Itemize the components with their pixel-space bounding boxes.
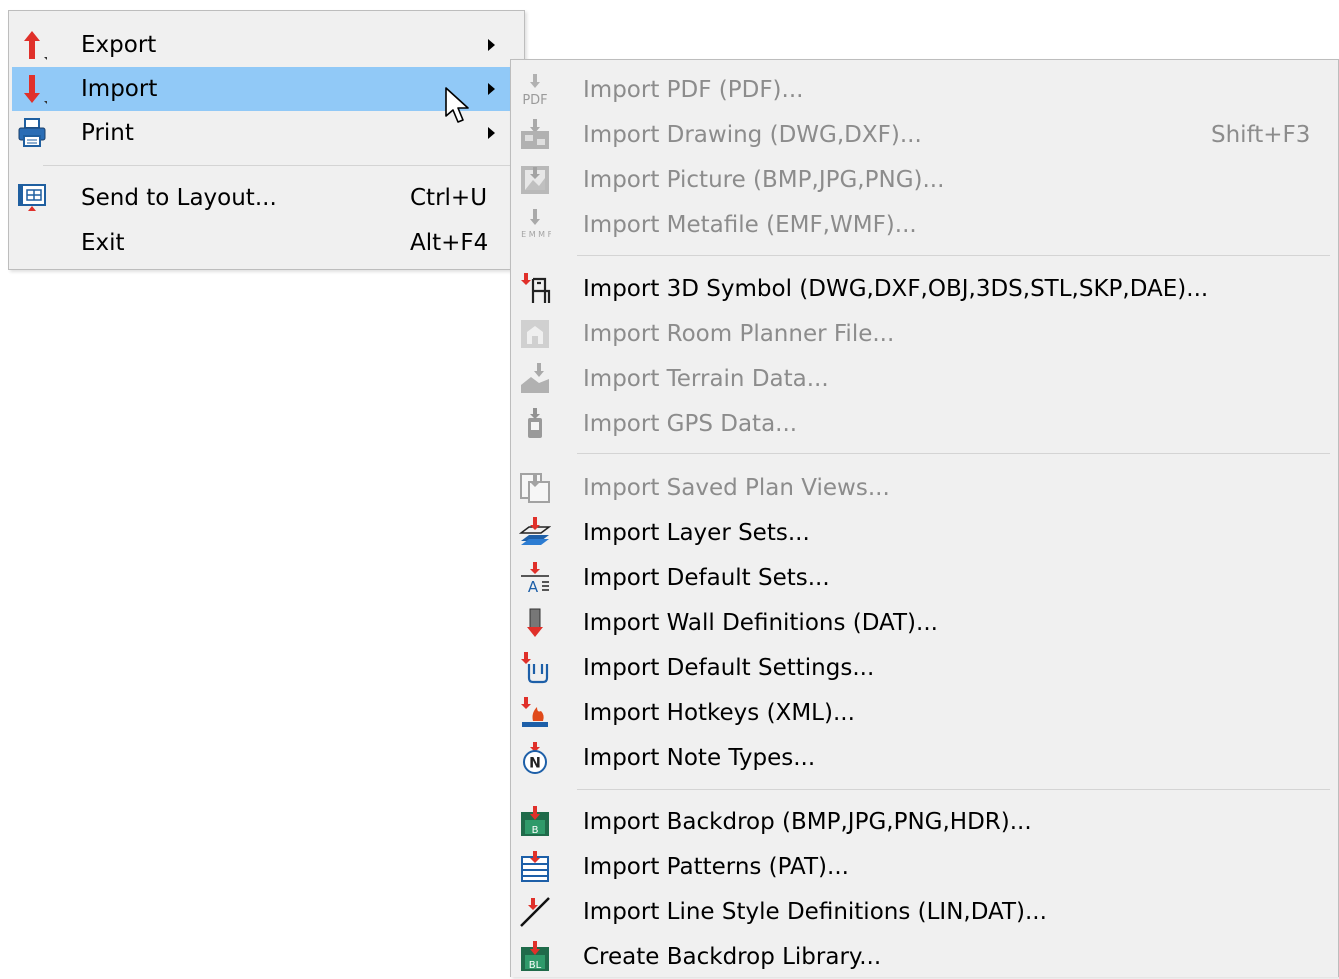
patterns-import-icon (521, 851, 549, 882)
import-icon (24, 75, 47, 104)
import-drawing-label: Import Drawing (DWG,DXF)... (583, 122, 922, 148)
menu-item-import-layer-sets[interactable]: Import Layer Sets... (513, 511, 1336, 555)
import-default-sets-label: Import Default Sets... (583, 565, 830, 591)
picture-import-icon (521, 166, 549, 194)
line-style-import-icon (520, 897, 550, 927)
import-gps-label: Import GPS Data... (583, 411, 798, 437)
default-settings-import-icon (521, 652, 549, 684)
drawing-import-icon (521, 119, 549, 149)
import-metafile-label: Import Metafile (EMF,WMF)... (583, 212, 917, 238)
menu-item-export-label: Export (81, 32, 157, 58)
room-planner-import-icon (521, 320, 549, 348)
menu-separator (577, 789, 1330, 790)
menu-item-import-default-sets[interactable]: A Import Default Sets... (513, 556, 1336, 600)
menu-item-import-line-style[interactable]: Import Line Style Definitions (LIN,DAT).… (513, 890, 1336, 934)
menu-item-import-hotkeys[interactable]: Import Hotkeys (XML)... (513, 691, 1336, 735)
menu-item-send-to-layout[interactable]: Send to Layout... Ctrl+U (12, 176, 521, 220)
menu-item-import-metafile[interactable]: W E M M F F Import Metafile (EMF,WMF)... (513, 203, 1336, 247)
import-room-planner-label: Import Room Planner File... (583, 321, 895, 347)
menu-item-import-saved-plan-views[interactable]: Import Saved Plan Views... (513, 466, 1336, 510)
menu-item-import-wall-definitions[interactable]: Import Wall Definitions (DAT)... (513, 601, 1336, 645)
metafile-icon-text: W E M M F F (519, 230, 551, 239)
hotkeys-import-icon (521, 697, 548, 727)
import-wall-definitions-label: Import Wall Definitions (DAT)... (583, 610, 938, 636)
menu-item-exit-label: Exit (81, 230, 125, 256)
printer-icon (18, 118, 46, 147)
menu-item-import-gps[interactable]: Import GPS Data... (513, 402, 1336, 446)
menu-item-import-drawing[interactable]: Import Drawing (DWG,DXF)... Shift+F3 (513, 113, 1336, 157)
backdrop-import-icon: B (521, 806, 549, 836)
export-icon (24, 31, 47, 60)
menu-item-import-3d-symbol[interactable]: Import 3D Symbol (DWG,DXF,OBJ,3DS,STL,SK… (513, 267, 1336, 311)
menu-item-import-room-planner[interactable]: Import Room Planner File... (513, 312, 1336, 356)
import-backdrop-label: Import Backdrop (BMP,JPG,PNG,HDR)... (583, 809, 1032, 835)
menu-item-export[interactable]: Export (12, 23, 521, 67)
submenu-arrow-icon (488, 127, 495, 139)
import-terrain-label: Import Terrain Data... (583, 366, 829, 392)
menu-separator (577, 255, 1330, 256)
backdrop-library-icon: BL (521, 941, 549, 971)
menu-item-exit[interactable]: Exit Alt+F4 (12, 221, 521, 265)
shortcut-ctrl-u: Ctrl+U (410, 185, 488, 211)
menu-item-import-pdf[interactable]: PDF Import PDF (PDF)... (513, 68, 1336, 112)
menu-item-create-backdrop-library[interactable]: BL Create Backdrop Library... (513, 935, 1336, 979)
import-note-types-label: Import Note Types... (583, 745, 816, 771)
send-to-layout-icon (18, 184, 46, 211)
menu-item-import-picture[interactable]: Import Picture (BMP,JPG,PNG)... (513, 158, 1336, 202)
create-backdrop-library-label: Create Backdrop Library... (583, 944, 882, 970)
svg-text:A: A (528, 578, 539, 594)
submenu-arrow-icon (488, 39, 495, 51)
menu-separator (43, 165, 520, 166)
import-3d-symbol-label: Import 3D Symbol (DWG,DXF,OBJ,3DS,STL,SK… (583, 276, 1209, 302)
import-submenu: PDF Import PDF (PDF)... Import Drawing (… (510, 59, 1339, 977)
backdrop-library-icon-text: BL (529, 960, 542, 971)
terrain-import-icon (521, 363, 549, 393)
menu-item-import-label: Import (81, 76, 158, 102)
menu-item-import-default-settings[interactable]: Import Default Settings... (513, 646, 1336, 690)
menu-item-import-patterns[interactable]: Import Patterns (PAT)... (513, 845, 1336, 889)
menu-item-import-note-types[interactable]: N Import Note Types... (513, 736, 1336, 780)
mouse-pointer-icon (445, 87, 469, 123)
import-hotkeys-label: Import Hotkeys (XML)... (583, 700, 855, 726)
shortcut-shift-f3: Shift+F3 (1211, 122, 1311, 148)
import-picture-label: Import Picture (BMP,JPG,PNG)... (583, 167, 945, 193)
metafile-import-icon: W E M M F F (519, 209, 551, 239)
menu-separator (577, 453, 1330, 454)
import-layer-sets-label: Import Layer Sets... (583, 520, 810, 546)
layer-sets-import-icon (519, 517, 551, 545)
import-saved-plan-views-label: Import Saved Plan Views... (583, 475, 890, 501)
gps-import-icon (528, 408, 542, 438)
plan-views-import-icon (520, 473, 550, 503)
menu-item-import-terrain[interactable]: Import Terrain Data... (513, 357, 1336, 401)
note-types-import-icon: N (523, 742, 547, 774)
submenu-arrow-icon (488, 83, 495, 95)
note-icon-text: N (529, 756, 541, 772)
menu-item-import-backdrop[interactable]: B Import Backdrop (BMP,JPG,PNG,HDR)... (513, 800, 1336, 844)
import-line-style-label: Import Line Style Definitions (LIN,DAT).… (583, 899, 1047, 925)
import-default-settings-label: Import Default Settings... (583, 655, 875, 681)
import-patterns-label: Import Patterns (PAT)... (583, 854, 849, 880)
pdf-import-icon: PDF (522, 74, 548, 106)
wall-definitions-import-icon (527, 608, 543, 637)
default-sets-import-icon: A (521, 562, 549, 594)
pdf-icon-text: PDF (522, 93, 547, 106)
shortcut-alt-f4: Alt+F4 (410, 230, 489, 256)
backdrop-icon-text: B (532, 825, 539, 836)
menu-item-send-to-layout-label: Send to Layout... (81, 185, 277, 211)
menu-item-print-label: Print (81, 120, 134, 146)
file-menu: Export Import Print Send to Layout... Ct… (8, 10, 525, 270)
symbol-3d-import-icon (521, 273, 551, 303)
import-pdf-label: Import PDF (PDF)... (583, 77, 804, 103)
